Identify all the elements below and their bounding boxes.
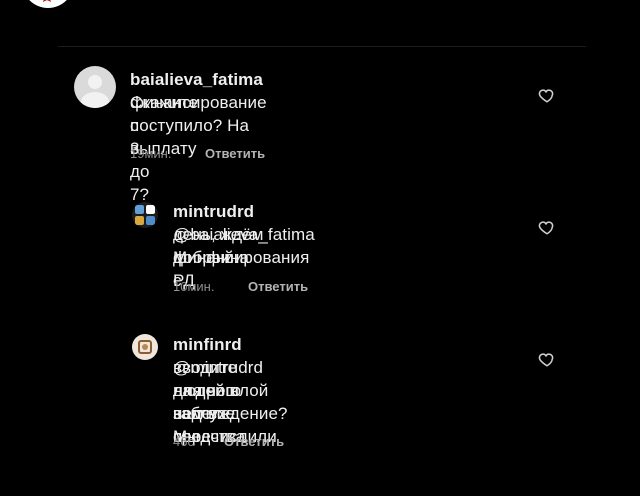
comment-username[interactable]: baialieva_fatima: [130, 70, 263, 89]
top-bar: [0, 0, 640, 30]
minfin-avatar[interactable]: [132, 334, 158, 360]
reply-button[interactable]: Ответить: [248, 279, 308, 295]
comment-username[interactable]: minfinrd: [173, 335, 242, 354]
heart-outline-icon[interactable]: [538, 350, 556, 368]
heart-outline-icon[interactable]: [538, 218, 556, 236]
heart-outline-icon[interactable]: [538, 86, 556, 104]
star-logo-icon: [40, 0, 54, 2]
profile-avatar[interactable]: [22, 0, 74, 8]
comment-time: 10мин.: [173, 279, 215, 294]
comment-time: 46с: [173, 434, 194, 449]
reply-button[interactable]: Ответить: [205, 146, 265, 162]
comment-time: 19мин.: [130, 146, 172, 161]
default-avatar-icon[interactable]: [74, 66, 116, 108]
mintrud-avatar[interactable]: [132, 202, 158, 228]
section-divider: [58, 46, 586, 47]
comment-username[interactable]: mintrudrd: [173, 202, 254, 221]
reply-button[interactable]: Ответить: [224, 434, 284, 450]
